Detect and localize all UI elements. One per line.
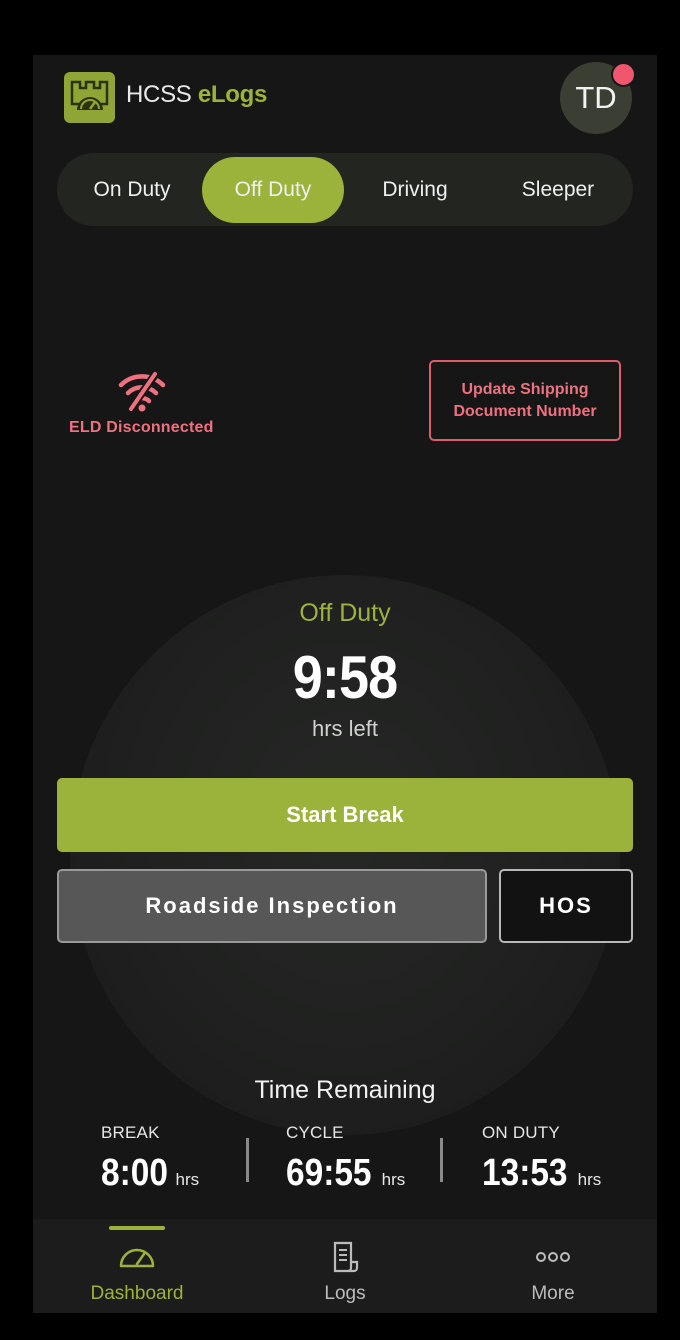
update-shipping-document-button[interactable]: Update Shipping Document Number xyxy=(429,360,621,441)
break-value: 8:00 xyxy=(101,1152,168,1194)
start-break-button[interactable]: Start Break xyxy=(57,778,633,852)
bottom-navigation: Dashboard Logs More xyxy=(33,1219,657,1313)
app-title-product: eLogs xyxy=(197,81,268,108)
gauge-icon xyxy=(67,1239,207,1275)
on-duty-unit: hrs xyxy=(577,1170,602,1189)
nav-more-label: More xyxy=(531,1283,575,1304)
time-remaining-title: Time Remaining xyxy=(254,1076,436,1104)
roadside-inspection-button[interactable]: Roadside Inspection xyxy=(57,869,487,943)
current-status-name: Off Duty xyxy=(299,599,391,627)
hos-button[interactable]: HOS xyxy=(499,869,633,943)
divider xyxy=(246,1138,249,1182)
app-title-brand: HCSS xyxy=(126,81,192,108)
eld-status-label: ELD Disconnected xyxy=(69,419,214,436)
cycle-value: 69:55 xyxy=(286,1152,372,1194)
nav-logs[interactable]: Logs xyxy=(275,1239,415,1305)
break-label: BREAK xyxy=(101,1123,160,1142)
more-icon xyxy=(483,1239,623,1275)
truck-gauge-icon xyxy=(70,80,109,110)
active-tab-indicator xyxy=(109,1226,165,1230)
break-remaining: BREAK 8:00 hrs xyxy=(101,1123,199,1195)
divider xyxy=(440,1138,443,1182)
cycle-label: CYCLE xyxy=(286,1123,344,1142)
hours-left-value: 9:58 xyxy=(292,644,398,711)
hours-left-caption: hrs left xyxy=(311,716,379,741)
notification-dot xyxy=(611,62,636,87)
tab-off-duty[interactable]: Off Duty xyxy=(202,157,344,223)
document-icon xyxy=(275,1239,415,1275)
app-screen: HCSS eLogs TD On Duty Off Duty Driving S… xyxy=(33,55,657,1313)
nav-dashboard-label: Dashboard xyxy=(90,1283,184,1304)
app-logo xyxy=(64,72,115,123)
tab-on-duty[interactable]: On Duty xyxy=(67,157,197,223)
duty-status-tabs: On Duty Off Duty Driving Sleeper xyxy=(57,153,633,226)
on-duty-remaining: ON DUTY 13:53 hrs xyxy=(482,1123,601,1195)
tab-sleeper[interactable]: Sleeper xyxy=(489,157,627,223)
break-unit: hrs xyxy=(175,1170,200,1189)
cycle-remaining: CYCLE 69:55 hrs xyxy=(286,1123,405,1195)
on-duty-label: ON DUTY xyxy=(482,1123,560,1142)
nav-dashboard[interactable]: Dashboard xyxy=(67,1239,207,1305)
cycle-unit: hrs xyxy=(381,1170,406,1189)
wifi-off-icon xyxy=(117,369,167,418)
app-title: HCSS eLogs xyxy=(126,81,267,109)
on-duty-value: 13:53 xyxy=(482,1152,568,1194)
nav-logs-label: Logs xyxy=(324,1283,366,1304)
tab-driving[interactable]: Driving xyxy=(349,157,481,223)
nav-more[interactable]: More xyxy=(483,1239,623,1305)
